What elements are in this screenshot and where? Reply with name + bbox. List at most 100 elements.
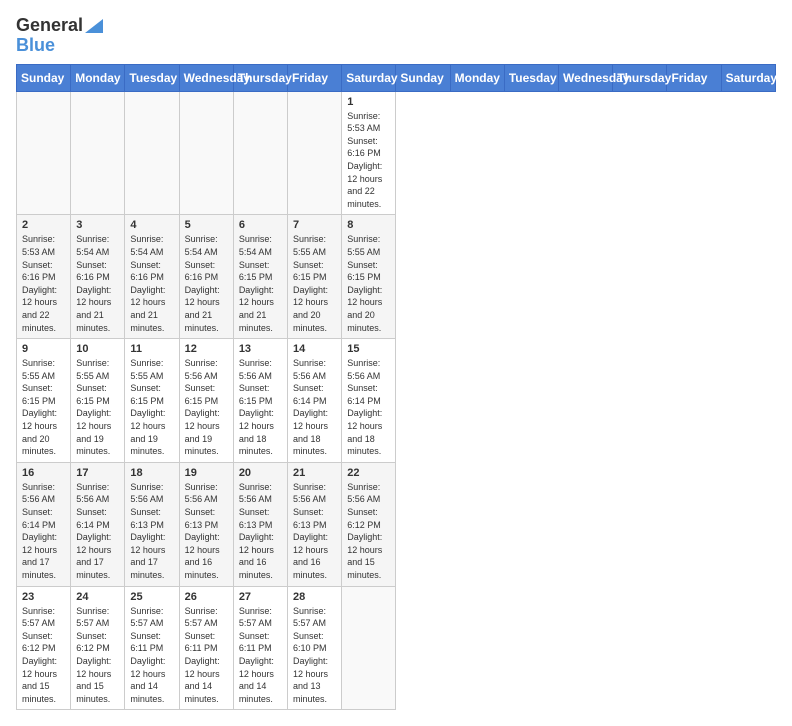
col-header-sunday: Sunday — [17, 64, 71, 91]
col-header-tuesday: Tuesday — [125, 64, 179, 91]
calendar-cell — [288, 91, 342, 215]
col-header-monday: Monday — [450, 64, 504, 91]
day-number: 27 — [239, 591, 282, 603]
day-info: Sunrise: 5:56 AM Sunset: 6:12 PM Dayligh… — [347, 481, 390, 582]
day-number: 23 — [22, 591, 65, 603]
day-number: 17 — [76, 467, 119, 479]
week-row-5: 23 Sunrise: 5:57 AM Sunset: 6:12 PM Dayli… — [17, 586, 776, 710]
day-number: 3 — [76, 219, 119, 231]
col-header-wednesday: Wednesday — [559, 64, 613, 91]
calendar-header-row: SundayMondayTuesdayWednesdayThursdayFrid… — [17, 64, 776, 91]
day-info: Sunrise: 5:56 AM Sunset: 6:15 PM Dayligh… — [239, 357, 282, 458]
day-number: 9 — [22, 343, 65, 355]
calendar-cell: 14Sunrise: 5:56 AM Sunset: 6:14 PM Dayli… — [288, 339, 342, 463]
calendar-cell: 16Sunrise: 5:56 AM Sunset: 6:14 PM Dayli… — [17, 462, 71, 586]
day-number: 14 — [293, 343, 336, 355]
calendar-cell: 17Sunrise: 5:56 AM Sunset: 6:14 PM Dayli… — [71, 462, 125, 586]
calendar-cell — [233, 91, 287, 215]
day-info: Sunrise: 5:57 AM Sunset: 6:11 PM Dayligh… — [185, 605, 228, 706]
day-info: Sunrise: 5:57 AM Sunset: 6:10 PM Dayligh… — [293, 605, 336, 706]
day-info: Sunrise: 5:56 AM Sunset: 6:15 PM Dayligh… — [185, 357, 228, 458]
week-row-3: 9 Sunrise: 5:55 AM Sunset: 6:15 PM Daylig… — [17, 339, 776, 463]
logo-bird-icon — [85, 19, 103, 33]
day-info: Sunrise: 5:55 AM Sunset: 6:15 PM Dayligh… — [130, 357, 173, 458]
day-info: Sunrise: 5:55 AM Sunset: 6:15 PM Dayligh… — [22, 357, 65, 458]
calendar-cell — [17, 91, 71, 215]
day-info: Sunrise: 5:56 AM Sunset: 6:13 PM Dayligh… — [293, 481, 336, 582]
day-number: 10 — [76, 343, 119, 355]
day-number: 4 — [130, 219, 173, 231]
col-header-friday: Friday — [288, 64, 342, 91]
day-number: 15 — [347, 343, 390, 355]
day-number: 1 — [347, 96, 390, 108]
day-info: Sunrise: 5:56 AM Sunset: 6:13 PM Dayligh… — [239, 481, 282, 582]
header: General Blue — [16, 16, 776, 56]
calendar-cell: 23 Sunrise: 5:57 AM Sunset: 6:12 PM Dayli… — [17, 586, 71, 710]
week-row-2: 2 Sunrise: 5:53 AM Sunset: 6:16 PM Daylig… — [17, 215, 776, 339]
col-header-friday: Friday — [667, 64, 721, 91]
day-number: 8 — [347, 219, 390, 231]
day-number: 11 — [130, 343, 173, 355]
day-number: 22 — [347, 467, 390, 479]
day-number: 26 — [185, 591, 228, 603]
calendar-cell: 5 Sunrise: 5:54 AM Sunset: 6:16 PM Daylig… — [179, 215, 233, 339]
calendar-cell: 10 Sunrise: 5:55 AM Sunset: 6:15 PM Dayli… — [71, 339, 125, 463]
col-header-tuesday: Tuesday — [504, 64, 558, 91]
calendar-cell: 18Sunrise: 5:56 AM Sunset: 6:13 PM Dayli… — [125, 462, 179, 586]
day-number: 19 — [185, 467, 228, 479]
col-header-thursday: Thursday — [233, 64, 287, 91]
day-info: Sunrise: 5:54 AM Sunset: 6:16 PM Dayligh… — [185, 233, 228, 334]
col-header-saturday: Saturday — [342, 64, 396, 91]
day-info: Sunrise: 5:56 AM Sunset: 6:13 PM Dayligh… — [185, 481, 228, 582]
col-header-saturday: Saturday — [721, 64, 775, 91]
day-info: Sunrise: 5:53 AM Sunset: 6:16 PM Dayligh… — [347, 110, 390, 211]
day-info: Sunrise: 5:54 AM Sunset: 6:16 PM Dayligh… — [130, 233, 173, 334]
day-info: Sunrise: 5:54 AM Sunset: 6:16 PM Dayligh… — [76, 233, 119, 334]
day-number: 21 — [293, 467, 336, 479]
day-info: Sunrise: 5:54 AM Sunset: 6:15 PM Dayligh… — [239, 233, 282, 334]
day-number: 25 — [130, 591, 173, 603]
calendar-cell: 13Sunrise: 5:56 AM Sunset: 6:15 PM Dayli… — [233, 339, 287, 463]
day-info: Sunrise: 5:56 AM Sunset: 6:13 PM Dayligh… — [130, 481, 173, 582]
calendar-cell: 28 Sunrise: 5:57 AM Sunset: 6:10 PM Dayli… — [288, 586, 342, 710]
calendar-cell — [71, 91, 125, 215]
calendar-cell: 2 Sunrise: 5:53 AM Sunset: 6:16 PM Daylig… — [17, 215, 71, 339]
day-info: Sunrise: 5:55 AM Sunset: 6:15 PM Dayligh… — [293, 233, 336, 334]
calendar-cell: 9 Sunrise: 5:55 AM Sunset: 6:15 PM Daylig… — [17, 339, 71, 463]
calendar-cell: 19 Sunrise: 5:56 AM Sunset: 6:13 PM Dayli… — [179, 462, 233, 586]
day-number: 5 — [185, 219, 228, 231]
week-row-1: 1 Sunrise: 5:53 AM Sunset: 6:16 PM Daylig… — [17, 91, 776, 215]
day-number: 16 — [22, 467, 65, 479]
calendar-cell: 22 Sunrise: 5:56 AM Sunset: 6:12 PM Dayli… — [342, 462, 396, 586]
day-number: 20 — [239, 467, 282, 479]
day-number: 2 — [22, 219, 65, 231]
day-number: 7 — [293, 219, 336, 231]
day-number: 6 — [239, 219, 282, 231]
col-header-wednesday: Wednesday — [179, 64, 233, 91]
calendar-cell: 11 Sunrise: 5:55 AM Sunset: 6:15 PM Dayli… — [125, 339, 179, 463]
logo-text: General Blue — [16, 16, 103, 56]
day-info: Sunrise: 5:57 AM Sunset: 6:11 PM Dayligh… — [239, 605, 282, 706]
day-info: Sunrise: 5:55 AM Sunset: 6:15 PM Dayligh… — [76, 357, 119, 458]
calendar-cell: 27 Sunrise: 5:57 AM Sunset: 6:11 PM Dayli… — [233, 586, 287, 710]
calendar-cell — [179, 91, 233, 215]
day-info: Sunrise: 5:55 AM Sunset: 6:15 PM Dayligh… — [347, 233, 390, 334]
day-info: Sunrise: 5:57 AM Sunset: 6:12 PM Dayligh… — [22, 605, 65, 706]
calendar-cell — [125, 91, 179, 215]
calendar-cell: 25 Sunrise: 5:57 AM Sunset: 6:11 PM Dayli… — [125, 586, 179, 710]
calendar-cell: 12 Sunrise: 5:56 AM Sunset: 6:15 PM Dayli… — [179, 339, 233, 463]
calendar-cell: 24Sunrise: 5:57 AM Sunset: 6:12 PM Dayli… — [71, 586, 125, 710]
col-header-monday: Monday — [71, 64, 125, 91]
calendar-cell: 20 Sunrise: 5:56 AM Sunset: 6:13 PM Dayli… — [233, 462, 287, 586]
calendar-table: SundayMondayTuesdayWednesdayThursdayFrid… — [16, 64, 776, 711]
calendar-cell: 4 Sunrise: 5:54 AM Sunset: 6:16 PM Daylig… — [125, 215, 179, 339]
calendar-cell: 3 Sunrise: 5:54 AM Sunset: 6:16 PM Daylig… — [71, 215, 125, 339]
calendar-cell: 1 Sunrise: 5:53 AM Sunset: 6:16 PM Daylig… — [342, 91, 396, 215]
day-number: 28 — [293, 591, 336, 603]
calendar-cell: 26 Sunrise: 5:57 AM Sunset: 6:11 PM Dayli… — [179, 586, 233, 710]
logo: General Blue — [16, 16, 103, 56]
day-number: 12 — [185, 343, 228, 355]
day-info: Sunrise: 5:53 AM Sunset: 6:16 PM Dayligh… — [22, 233, 65, 334]
calendar-cell: 7 Sunrise: 5:55 AM Sunset: 6:15 PM Daylig… — [288, 215, 342, 339]
day-info: Sunrise: 5:57 AM Sunset: 6:11 PM Dayligh… — [130, 605, 173, 706]
